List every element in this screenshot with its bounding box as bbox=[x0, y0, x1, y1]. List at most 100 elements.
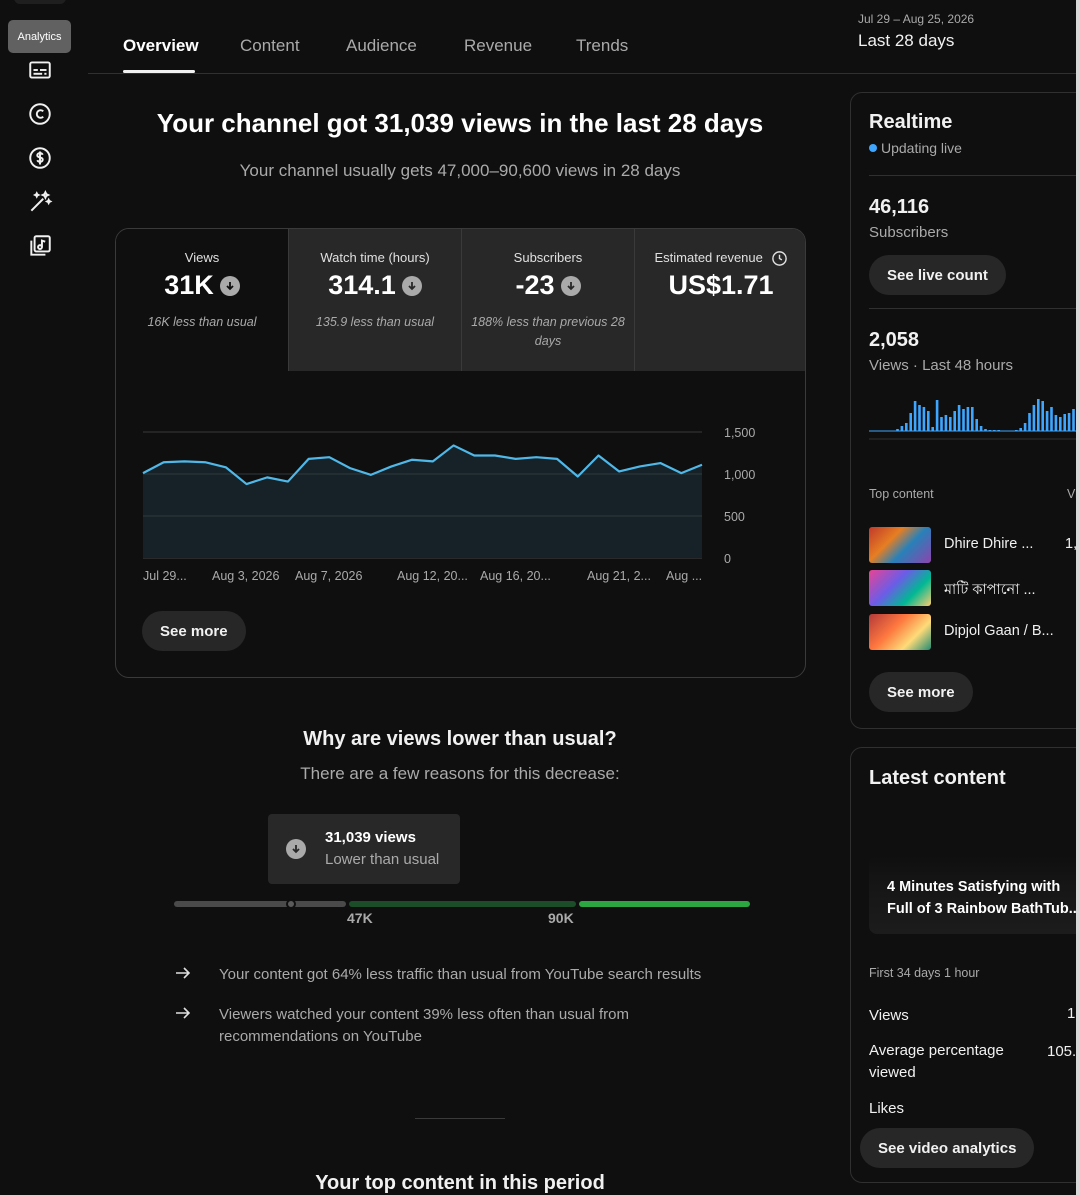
range-below-bar bbox=[174, 901, 346, 907]
realtime-bar bbox=[1054, 415, 1058, 431]
realtime-bar bbox=[988, 430, 992, 431]
see-more-top-content-button[interactable]: See more bbox=[869, 672, 973, 712]
range-above-bar bbox=[579, 901, 750, 907]
realtime-card: Realtime Updating live 46,116 Subscriber… bbox=[850, 92, 1080, 729]
overview-card: Views 31K 16K less than usual Watch time… bbox=[115, 228, 806, 678]
realtime-bar bbox=[900, 426, 904, 431]
views-chart[interactable]: 1,500 1,000 500 0 Jul 29... Aug 3, 2026 Aug 7,… bbox=[116, 371, 805, 601]
metric-label: Views bbox=[184, 250, 220, 265]
why-lower-subtitle: There are a few reasons for this decreas… bbox=[300, 764, 620, 783]
metric-value-wrap: 31K bbox=[116, 270, 288, 301]
metric-watch-time[interactable]: Watch time (hours) 314.1 135.9 less than… bbox=[288, 229, 461, 371]
metric-value-wrap: -23 bbox=[462, 270, 634, 301]
y-tick-label: 1,000 bbox=[724, 468, 755, 482]
y-tick-label: 500 bbox=[724, 510, 745, 524]
arrow-down-icon bbox=[286, 839, 306, 859]
realtime-bar bbox=[931, 427, 934, 431]
tab-audience[interactable]: Audience bbox=[346, 36, 417, 56]
top-content-heading: Your top content in this period bbox=[315, 1172, 605, 1194]
metric-revenue[interactable]: Estimated revenue US$1.71 bbox=[634, 229, 805, 371]
top-content-row[interactable]: Dhire Dhire ... 1, bbox=[869, 527, 1080, 563]
x-tick-label: Aug ... bbox=[666, 569, 702, 583]
realtime-bar bbox=[896, 429, 899, 431]
metric-value: 31K bbox=[164, 270, 214, 300]
arrow-right-icon bbox=[176, 1007, 191, 1019]
metric-label-wrap: Estimated revenue bbox=[635, 250, 805, 267]
scrollbar[interactable] bbox=[1076, 0, 1080, 1195]
subtitles-icon[interactable] bbox=[26, 56, 54, 84]
metric-subscribers[interactable]: Subscribers -23 188% less than previous … bbox=[461, 229, 634, 371]
realtime-bar bbox=[909, 413, 912, 431]
customization-icon[interactable] bbox=[26, 188, 54, 216]
x-tick-label: Jul 29... bbox=[143, 569, 187, 583]
section-divider bbox=[415, 1118, 505, 1119]
range-low-label: 47K bbox=[347, 910, 373, 926]
see-video-analytics-button[interactable]: See video analytics bbox=[860, 1128, 1035, 1168]
realtime-bar bbox=[1037, 399, 1040, 431]
date-range-picker[interactable]: Last 28 days bbox=[858, 31, 954, 51]
tab-content[interactable]: Content bbox=[240, 36, 300, 56]
why-lower-title: Why are views lower than usual? bbox=[303, 728, 617, 750]
current-views-box: 31,039 views Lower than usual bbox=[268, 814, 460, 884]
latest-video-thumbnail[interactable]: 4 Minutes Satisfying with Full of 3 Rain… bbox=[869, 856, 1080, 934]
latest-content-card: Latest content 4 Minutes Satisfying with… bbox=[850, 747, 1080, 1183]
tab-revenue[interactable]: Revenue bbox=[464, 36, 532, 56]
metric-label: Estimated revenue bbox=[654, 250, 763, 265]
metric-label: Watch time (hours) bbox=[320, 250, 430, 265]
top-content-row[interactable]: Dipjol Gaan / B... bbox=[869, 614, 1080, 650]
realtime-bar bbox=[993, 430, 996, 431]
x-tick-label: Aug 12, 20... bbox=[397, 569, 468, 583]
y-tick-label: 1,500 bbox=[724, 426, 755, 440]
divider bbox=[869, 308, 1080, 309]
stat-value: 1 bbox=[1067, 1005, 1076, 1022]
x-tick-label: Aug 21, 2... bbox=[587, 569, 651, 583]
copyright-icon[interactable] bbox=[26, 100, 54, 128]
realtime-status: Updating live bbox=[869, 140, 962, 156]
top-content-row[interactable]: মাটি কাপানো ... bbox=[869, 570, 1080, 606]
stat-value: 105. bbox=[1047, 1043, 1077, 1060]
arrow-down-icon bbox=[219, 275, 240, 296]
video-title: Dipjol Gaan / B... bbox=[944, 623, 1054, 639]
video-title: Dhire Dhire ... bbox=[944, 536, 1034, 552]
stat-label: Average percentage viewed bbox=[869, 1042, 1004, 1081]
analytics-tabs: Overview Content Audience Revenue Trends… bbox=[88, 0, 1076, 74]
video-thumbnail bbox=[869, 570, 931, 606]
range-high-label: 90K bbox=[548, 910, 574, 926]
realtime-bar bbox=[1063, 414, 1066, 431]
realtime-bar bbox=[957, 405, 961, 431]
realtime-bar bbox=[953, 411, 956, 431]
x-tick-label: Aug 3, 2026 bbox=[212, 569, 279, 583]
date-range-dates[interactable]: Jul 29 – Aug 25, 2026 bbox=[858, 12, 974, 26]
video-title: মাটি কাপানো ... bbox=[944, 582, 1036, 598]
current-position-marker bbox=[286, 899, 296, 909]
analytics-tooltip: Analytics bbox=[8, 20, 71, 53]
subscriber-count: 46,116 bbox=[869, 196, 930, 218]
monetization-icon[interactable] bbox=[26, 144, 54, 172]
metric-note: 16K less than usual bbox=[147, 315, 257, 329]
metric-note: 135.9 less than usual bbox=[315, 315, 435, 329]
realtime-bar bbox=[1019, 428, 1022, 431]
realtime-bar bbox=[1015, 430, 1018, 431]
reason-text: Your content got 64% less traffic than u… bbox=[219, 966, 702, 983]
realtime-bar bbox=[913, 401, 917, 431]
realtime-bar-chart[interactable] bbox=[869, 391, 1080, 461]
active-tab-indicator bbox=[123, 70, 195, 73]
live-dot-icon bbox=[869, 144, 877, 152]
realtime-title: Realtime bbox=[869, 111, 953, 133]
latest-video-title: 4 Minutes Satisfying with Full of 3 Rain… bbox=[887, 879, 1080, 917]
realtime-bar bbox=[1032, 405, 1036, 431]
see-live-count-button[interactable]: See live count bbox=[869, 255, 1006, 295]
views-area bbox=[143, 445, 702, 558]
realtime-bar bbox=[918, 405, 921, 431]
see-more-button[interactable]: See more bbox=[142, 611, 246, 651]
realtime-bar bbox=[1028, 413, 1031, 431]
tab-overview[interactable]: Overview bbox=[123, 36, 199, 56]
metric-value: 314.1 bbox=[328, 270, 396, 300]
metric-views[interactable]: Views 31K 16K less than usual bbox=[116, 229, 288, 371]
tab-trends[interactable]: Trends bbox=[576, 36, 628, 56]
reason-text: Viewers watched your content 39% less of… bbox=[219, 1006, 629, 1045]
realtime-views-label: Views · Last 48 hours bbox=[869, 357, 1013, 374]
latest-content-title: Latest content bbox=[869, 767, 1006, 789]
audio-library-icon[interactable] bbox=[26, 232, 54, 260]
arrow-down-icon bbox=[401, 275, 422, 296]
